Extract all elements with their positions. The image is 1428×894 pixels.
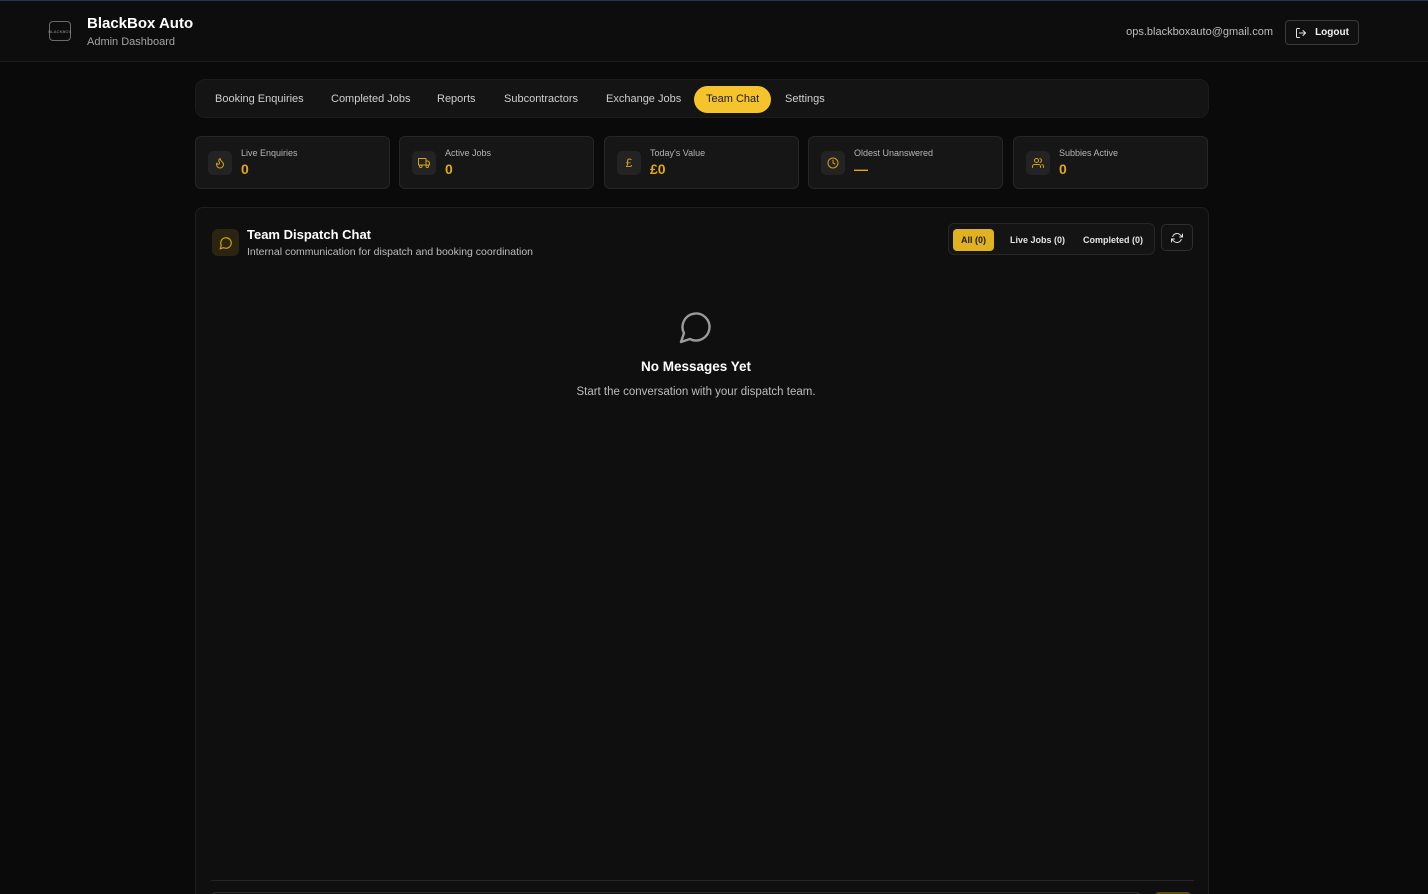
flame-icon: [208, 151, 232, 175]
stat-subbies-active: Subbies Active 0: [1013, 136, 1208, 189]
logout-icon: [1296, 27, 1307, 38]
composer-divider: [211, 880, 1194, 881]
brand-subtitle: Admin Dashboard: [87, 36, 176, 48]
filter-completed[interactable]: Completed (0): [1075, 229, 1151, 251]
stat-todays-value: £ Today's Value £0: [604, 136, 799, 189]
team-chat-panel: Team Dispatch Chat Internal communicatio…: [195, 207, 1209, 894]
tab-settings[interactable]: Settings: [773, 86, 837, 113]
logout-button[interactable]: Logout: [1285, 20, 1359, 45]
tab-booking-enquiries[interactable]: Booking Enquiries: [203, 86, 316, 113]
chat-subtitle: Internal communication for dispatch and …: [247, 246, 534, 258]
stat-label: Active Jobs: [445, 148, 492, 158]
stat-label: Subbies Active: [1059, 148, 1119, 158]
stat-value: —: [854, 161, 868, 177]
chat-title: Team Dispatch Chat: [247, 227, 372, 242]
stat-live-enquiries: Live Enquiries 0: [195, 136, 390, 189]
refresh-button[interactable]: [1161, 224, 1193, 251]
user-email: ops.blackboxauto@gmail.com: [1126, 26, 1273, 38]
chat-filter-group: All (0) Live Jobs (0) Completed (0): [948, 223, 1155, 255]
filter-all[interactable]: All (0): [953, 229, 995, 251]
stat-value: 0: [445, 161, 453, 177]
logout-label: Logout: [1315, 27, 1349, 38]
stat-value: 0: [241, 161, 249, 177]
stat-label: Oldest Unanswered: [854, 148, 934, 158]
logo-text: BLACKBOX: [48, 28, 72, 34]
empty-state-subtitle: Start the conversation with your dispatc…: [576, 386, 816, 398]
pound-icon: £: [617, 151, 641, 175]
tab-reports[interactable]: Reports: [425, 86, 488, 113]
users-icon: [1026, 151, 1050, 175]
tab-team-chat[interactable]: Team Chat: [694, 86, 772, 113]
filter-live-jobs[interactable]: Live Jobs (0): [1002, 229, 1073, 251]
stat-value: 0: [1059, 161, 1067, 177]
truck-icon: [412, 151, 436, 175]
tab-subcontractors[interactable]: Subcontractors: [492, 86, 590, 113]
stat-label: Live Enquiries: [241, 148, 298, 158]
tab-exchange-jobs[interactable]: Exchange Jobs: [594, 86, 693, 113]
chat-bubble-icon: [212, 229, 239, 256]
main-tabs: Booking Enquiries Completed Jobs Reports…: [195, 79, 1209, 118]
refresh-icon: [1171, 232, 1183, 243]
stat-oldest-unanswered: Oldest Unanswered —: [808, 136, 1003, 189]
stat-value: £0: [650, 161, 666, 177]
tab-completed-jobs[interactable]: Completed Jobs: [319, 86, 423, 113]
stat-active-jobs: Active Jobs 0: [399, 136, 594, 189]
brand-title: BlackBox Auto: [87, 15, 194, 32]
clock-icon: [821, 151, 845, 175]
top-header: BLACKBOX BlackBox Auto Admin Dashboard o…: [0, 1, 1428, 62]
stat-label: Today's Value: [650, 148, 706, 158]
empty-state-title: No Messages Yet: [640, 359, 752, 374]
brand-logo: BLACKBOX: [48, 21, 72, 41]
empty-chat-icon: [679, 312, 711, 344]
